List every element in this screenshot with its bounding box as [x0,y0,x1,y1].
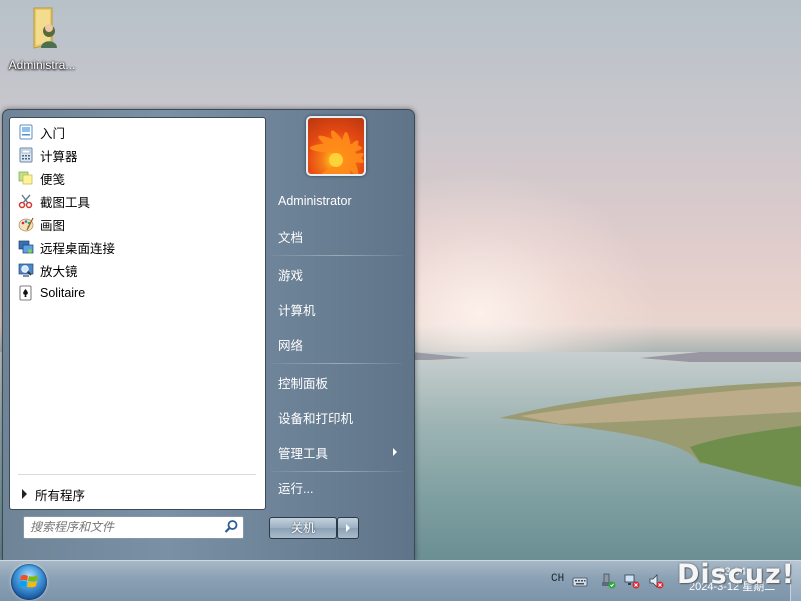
paint-icon [18,217,34,232]
menu-label: 控制面板 [278,376,329,391]
program-item-magnifier[interactable]: 放大镜 [12,259,261,281]
right-divider [271,471,403,472]
menu-control-panel[interactable]: 控制面板 [271,369,403,395]
menu-run[interactable]: 运行... [271,474,403,500]
menu-label: 管理工具 [278,446,329,461]
menu-label: 计算机 [278,303,316,318]
program-item-getting-started[interactable]: 入门 [12,121,261,143]
flower-avatar-icon [310,130,364,174]
safely-remove-hardware-icon[interactable] [600,573,616,589]
menu-user-administrator[interactable]: Administrator [271,188,403,214]
right-divider [271,363,403,364]
solitaire-icon [19,285,32,301]
shutdown-options-button[interactable] [337,517,359,539]
discuz-watermark: Discuz! [677,559,795,590]
program-label: 入门 [40,126,66,141]
menu-devices-printers[interactable]: 设备和打印机 [271,404,403,430]
all-programs-arrow-icon [22,489,27,499]
snipping-tool-icon [18,194,33,209]
program-item-remote-desktop[interactable]: 远程桌面连接 [12,236,261,258]
submenu-arrow-icon [393,448,397,456]
network-icon[interactable] [624,573,640,589]
desktop-icon-user-folder[interactable]: Administra... [4,4,80,72]
user-folder-icon [4,4,80,55]
menu-computer[interactable]: 计算机 [271,296,403,322]
search-icon[interactable] [224,519,239,537]
user-picture[interactable] [306,116,366,176]
start-search-box[interactable] [23,516,244,539]
program-item-snipping-tool[interactable]: 截图工具 [12,190,261,212]
menu-admin-tools[interactable]: 管理工具 [271,439,403,465]
windows-logo-icon [19,574,38,588]
all-programs-label: 所有程序 [35,488,86,503]
calculator-icon [19,147,33,163]
menu-label: Administrator [278,194,352,208]
right-divider [271,255,403,256]
program-label: Solitaire [40,286,86,300]
program-item-solitaire[interactable]: Solitaire [12,282,261,304]
program-label: 放大镜 [40,264,78,279]
desktop-icon-label: Administra... [8,58,76,72]
menu-network[interactable]: 网络 [271,331,403,357]
menu-label: 网络 [278,338,304,353]
start-search-input[interactable] [30,519,215,534]
menu-documents[interactable]: 文档 [271,223,403,249]
menu-label: 游戏 [278,268,304,283]
program-item-paint[interactable]: 画图 [12,213,261,235]
menu-label: 设备和打印机 [278,411,354,426]
program-label: 画图 [40,218,66,233]
chevron-right-icon [346,524,350,532]
sticky-notes-icon [18,171,33,185]
start-button[interactable] [11,564,47,600]
program-item-calculator[interactable]: 计算器 [12,144,261,166]
shutdown-label: 关机 [290,521,315,535]
magnifier-icon [18,263,34,277]
program-label: 计算器 [40,149,78,164]
menu-label: 文档 [278,230,304,245]
program-label: 远程桌面连接 [40,241,116,256]
program-item-sticky-notes[interactable]: 便笺 [12,167,261,189]
menu-label: 运行... [278,481,314,496]
volume-muted-icon[interactable] [648,573,664,589]
start-menu-programs-pane: 入门 计算器 便笺 截图工具 画图 远程桌面连接 放大镜 Solitaire 所… [9,117,266,510]
program-label: 便笺 [40,172,66,187]
shutdown-button[interactable]: 关机 [269,517,337,539]
all-programs-button[interactable]: 所有程序 [18,483,85,505]
program-label: 截图工具 [40,195,91,210]
remote-desktop-icon [18,240,34,254]
language-indicator[interactable]: CH [551,573,564,585]
programs-divider [18,474,256,475]
getting-started-icon [19,124,33,140]
menu-games[interactable]: 游戏 [271,261,403,287]
keyboard-icon[interactable] [572,573,588,589]
